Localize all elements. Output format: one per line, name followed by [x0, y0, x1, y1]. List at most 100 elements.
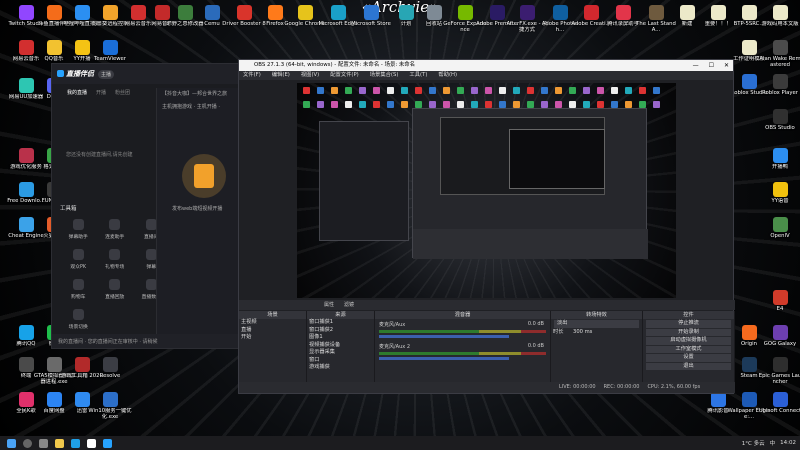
- obs-preview[interactable]: [297, 83, 676, 298]
- menu-item[interactable]: 工具(T): [409, 71, 427, 80]
- desktop-icon[interactable]: Epic Games Launcher: [758, 355, 800, 391]
- desktop-icon[interactable]: E4: [758, 288, 800, 324]
- volume-slider[interactable]: [379, 357, 510, 360]
- source-item[interactable]: 游戏捕获: [307, 364, 374, 372]
- desktop-icon[interactable]: Win10服务一键优化.exe: [88, 390, 132, 426]
- tool-item[interactable]: 礼物专场: [97, 249, 134, 270]
- menu-item[interactable]: 编辑(E): [272, 71, 290, 80]
- preview-desktop-icon: [639, 101, 646, 108]
- zhibo-window[interactable]: 直播伴侣 主播 我的直播 开播 粉丝团 您还没有创建直播间,请先创建 工具箱 弹…: [51, 63, 245, 349]
- start-icon[interactable]: [7, 438, 16, 448]
- duration-input[interactable]: 300 ms: [573, 329, 592, 335]
- desktop-icon[interactable]: YY语音: [758, 180, 800, 216]
- app-icon: [772, 182, 788, 197]
- scene-item[interactable]: 开始: [239, 334, 306, 342]
- preview-desktop-icon: [345, 101, 352, 108]
- app-icon: [741, 40, 757, 55]
- desktop-icon[interactable]: 开播鸭: [758, 146, 800, 182]
- mixer-channel-name: 麦克风/Aux: [379, 322, 406, 328]
- preview-desktop-icon: [317, 87, 324, 94]
- scenes-dock: 场景 主视频 直播 开始: [239, 311, 307, 383]
- zhibo-right-title: 【抖音大咖】—邦合世界之旅: [162, 91, 228, 97]
- app-icon: [519, 5, 535, 20]
- zhibo-badge[interactable]: 主播: [98, 69, 115, 79]
- menu-item[interactable]: 场景集合(S): [370, 71, 399, 80]
- task-view-icon[interactable]: [39, 438, 48, 448]
- app-icon: [102, 357, 118, 372]
- search-icon[interactable]: [23, 438, 32, 448]
- preview-desktop-icon: [359, 87, 366, 94]
- desktop-icon[interactable]: GOG Galaxy: [758, 323, 800, 359]
- close-icon[interactable]: ✕: [724, 60, 729, 71]
- weather-text[interactable]: 1°C 多云: [742, 439, 765, 447]
- app-icon: [710, 392, 726, 407]
- preview-desktop-icon: [555, 101, 562, 108]
- minimize-icon[interactable]: —: [693, 60, 699, 71]
- tool-item[interactable]: 观众PK: [60, 249, 97, 270]
- desktop-icon[interactable]: OpenIV: [758, 215, 800, 251]
- desktop-icon[interactable]: OBS Studio: [758, 107, 800, 143]
- obs-window[interactable]: OBS 27.1.3 (64-bit, windows) - 配置文件: 未命名…: [238, 59, 735, 394]
- zhibo-taskbar-icon[interactable]: [103, 438, 112, 448]
- maximize-icon[interactable]: ☐: [709, 60, 714, 71]
- control-button[interactable]: 启动虚拟摄像机: [646, 337, 731, 345]
- desktop-icon[interactable]: Alan Wake Remastered: [758, 38, 800, 74]
- preview-desktop-icon: [583, 87, 590, 94]
- source-item[interactable]: 窗口捕获1: [307, 319, 374, 327]
- control-button[interactable]: 停止推流: [646, 320, 731, 328]
- preview-desktop-icon: [471, 101, 478, 108]
- scene-item[interactable]: 直播: [239, 327, 306, 335]
- source-item[interactable]: 显示器采集: [307, 349, 374, 357]
- filters-button[interactable]: 滤镜: [344, 300, 354, 310]
- zhibo-tab[interactable]: 粉丝团: [115, 89, 130, 96]
- transition-select[interactable]: 淡出: [554, 320, 639, 328]
- source-item[interactable]: 视频捕获设备: [307, 342, 374, 350]
- zhibo-mascot-icon: [182, 154, 226, 198]
- tool-item[interactable]: 购物车: [60, 279, 97, 300]
- edge-icon[interactable]: [71, 438, 80, 448]
- control-button[interactable]: 设置: [646, 354, 731, 362]
- app-icon: [741, 74, 757, 89]
- transitions-title: 转场特效: [551, 311, 642, 319]
- file-explorer-icon[interactable]: [55, 438, 64, 448]
- properties-button[interactable]: 属性: [324, 300, 334, 310]
- control-button[interactable]: 退出: [646, 362, 731, 370]
- desktop-icon[interactable]: 游戏码用本文版: [758, 3, 800, 39]
- tool-item[interactable]: 场景切换: [60, 309, 97, 330]
- control-button[interactable]: 开始录制: [646, 328, 731, 336]
- tool-item[interactable]: 连麦助手: [97, 219, 134, 240]
- control-button[interactable]: 工作室模式: [646, 345, 731, 353]
- desktop-icon[interactable]: Resolve: [88, 355, 132, 391]
- menu-item[interactable]: 帮助(H): [438, 71, 457, 80]
- app-icon: [772, 357, 788, 372]
- scene-item[interactable]: 主视频: [239, 319, 306, 327]
- ime-indicator[interactable]: 中: [770, 439, 776, 447]
- tool-item[interactable]: 弹幕助手: [60, 219, 97, 240]
- source-item[interactable]: 窗口捕获2: [307, 327, 374, 335]
- zhibo-tab[interactable]: 我的直播: [67, 89, 87, 96]
- obs-taskbar-icon[interactable]: [87, 438, 96, 448]
- desktop-icon-label: Win10服务一键优化.exe: [88, 408, 132, 420]
- desktop-icon[interactable]: Roblox Player: [758, 72, 800, 108]
- app-icon: [583, 5, 599, 20]
- preview-desktop-icon: [415, 87, 422, 94]
- desktop-icon[interactable]: Ubisoft Connect: [758, 390, 800, 426]
- source-item[interactable]: 窗口: [307, 357, 374, 365]
- menu-item[interactable]: 视图(V): [301, 71, 319, 80]
- tool-label: 购物车: [71, 295, 86, 300]
- app-icon: [363, 5, 379, 20]
- tool-label: 礼物专场: [105, 265, 125, 270]
- zhibo-tab[interactable]: 开播: [96, 89, 106, 96]
- tool-item[interactable]: 直播回放: [97, 279, 134, 300]
- preview-zhibo-window: [319, 121, 409, 241]
- source-item[interactable]: 图像1: [307, 334, 374, 342]
- clock[interactable]: 14:02: [780, 440, 796, 446]
- menu-item[interactable]: 配置文件(P): [330, 71, 359, 80]
- menu-item[interactable]: 文件(F): [243, 71, 261, 80]
- obs-source-toolbar: 属性 滤镜: [239, 300, 735, 310]
- mixer-channel-db: 0.0 dB: [527, 343, 544, 349]
- clock-time: 14:02: [780, 440, 796, 446]
- preview-desktop-icon: [443, 101, 450, 108]
- volume-slider[interactable]: [379, 335, 510, 338]
- mixer-channel: 麦克风/Aux 2 0.0 dB: [375, 341, 550, 363]
